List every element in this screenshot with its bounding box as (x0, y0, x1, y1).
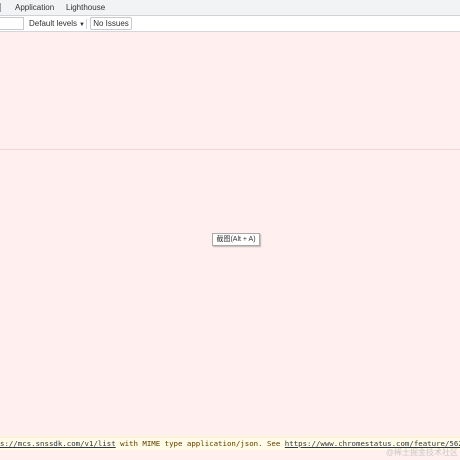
tab-separator (0, 3, 1, 12)
log-levels-label: Default levels (29, 19, 78, 28)
message-divider (0, 149, 460, 150)
chevron-down-icon: ▼ (79, 22, 85, 28)
tab-application[interactable]: Application (15, 3, 54, 13)
watermark: @稀土掘金技术社区 (385, 448, 458, 457)
log-levels-dropdown[interactable]: Default levels ▼ (29, 19, 85, 30)
toolbar-divider (86, 19, 87, 29)
warning-text: with MIME type application/json. See (115, 439, 285, 448)
screenshot-tooltip: 截图(Alt + A) (212, 233, 260, 246)
issues-button[interactable]: No Issues (90, 17, 132, 30)
console-toolbar: Default levels ▼ No Issues (0, 16, 460, 32)
filter-input[interactable] (0, 17, 24, 30)
devtools-tab-bar: Application Lighthouse (0, 0, 460, 16)
tab-lighthouse[interactable]: Lighthouse (66, 3, 105, 13)
source-url-link[interactable]: s://mcs.snssdk.com/v1/list (0, 439, 116, 448)
